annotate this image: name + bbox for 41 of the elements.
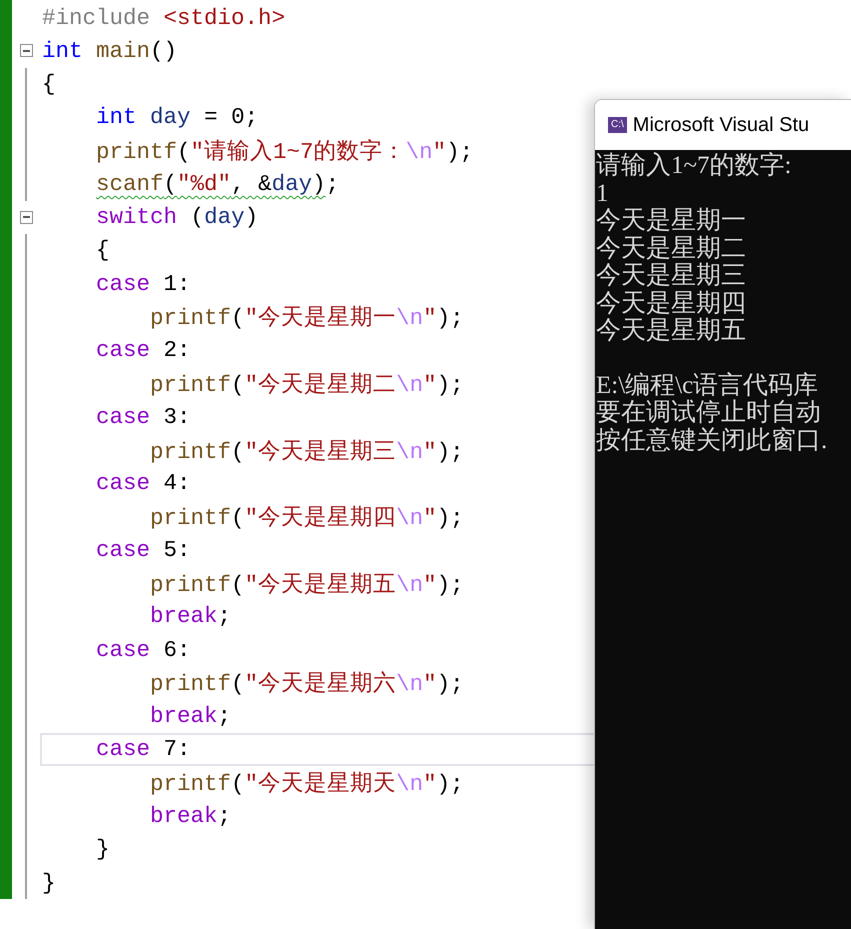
- code-line: printf("今天是星期五\n");: [149, 570, 464, 599]
- output-line: 1: [596, 180, 610, 207]
- output-line: 要在调试停止时自动: [596, 399, 822, 426]
- output-line: 今天是星期五: [596, 317, 747, 344]
- code-line: printf("今天是星期一\n");: [149, 304, 464, 332]
- output-line: 今天是星期三: [596, 262, 747, 290]
- code-line: scanf("%d", &day);: [95, 170, 340, 197]
- window-title: Microsoft Visual Stu: [632, 114, 810, 136]
- code-line: printf("今天是星期三\n");: [149, 438, 464, 466]
- collapse-icon[interactable]: [20, 210, 32, 224]
- code-line: printf("今天是星期六\n");: [149, 670, 464, 698]
- code-line: break;: [149, 603, 232, 630]
- output-line: 今天是星期四: [596, 290, 747, 317]
- code-line: int day = 0;: [95, 104, 258, 130]
- output-line: 今天是星期一: [596, 207, 747, 234]
- code-line: printf("今天是星期四\n");: [149, 504, 464, 532]
- output-line: 请输入1~7的数字:: [596, 152, 792, 180]
- code-line: #include <stdio.h>: [42, 4, 286, 31]
- code-line: case 6:: [95, 636, 191, 663]
- code-line: case 2:: [95, 337, 191, 364]
- code-line: printf("今天是星期二\n");: [149, 371, 464, 399]
- code-line: int main(): [42, 38, 178, 64]
- output-line: 今天是星期二: [596, 234, 747, 262]
- console-icon: C:\: [608, 117, 627, 133]
- code-line: }: [42, 870, 56, 896]
- code-line: }: [95, 836, 110, 862]
- code-line: break;: [149, 703, 232, 730]
- code-line: case 5:: [95, 536, 191, 563]
- code-line: case 7:: [95, 736, 191, 762]
- code-line: {: [42, 71, 56, 98]
- collapse-icon[interactable]: [20, 44, 32, 58]
- code-line: printf("今天是星期天\n");: [149, 770, 464, 798]
- output-line: E:\编程\c语言代码库: [596, 372, 820, 399]
- code-line: printf("请输入1~7的数字：\n");: [95, 138, 474, 166]
- code-line: case 3:: [95, 404, 191, 430]
- code-line: case 1:: [95, 270, 191, 297]
- code-line: {: [95, 237, 110, 264]
- output-line: 按任意键关闭此窗口.: [596, 426, 828, 454]
- code-line: switch (day): [95, 204, 258, 230]
- code-line: break;: [149, 803, 232, 829]
- code-line: case 4:: [95, 470, 191, 496]
